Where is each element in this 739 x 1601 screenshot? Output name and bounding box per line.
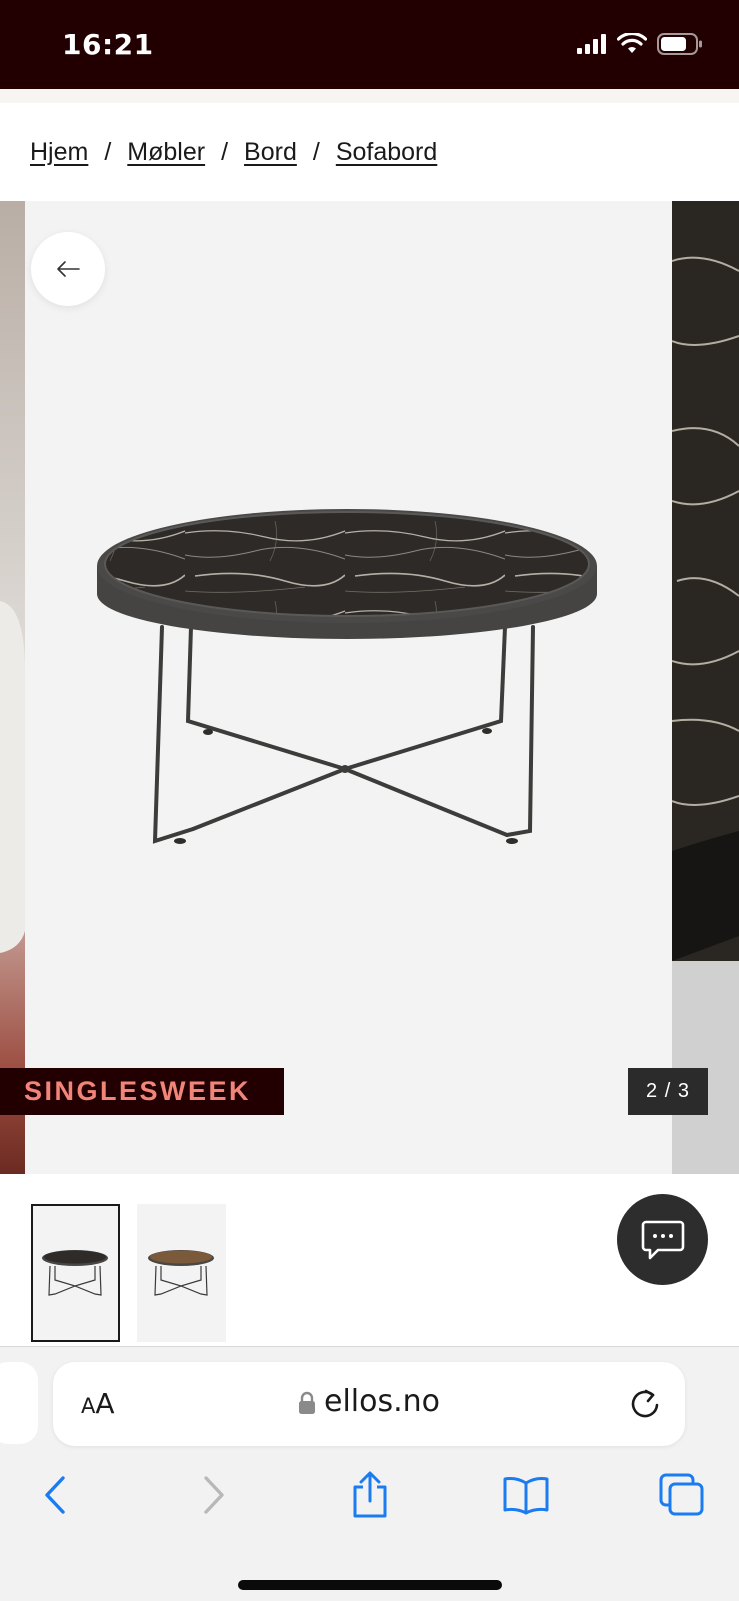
url-text: ellos.no	[323, 1384, 440, 1419]
share-button[interactable]	[340, 1465, 400, 1525]
thumbnail-black-marble[interactable]	[31, 1204, 120, 1342]
breadcrumb-link-hjem[interactable]: Hjem	[30, 138, 88, 167]
previous-slide-peek[interactable]	[0, 201, 25, 1174]
thumbnail-brown-table-image	[148, 1250, 214, 1296]
thumbnail-brown-marble[interactable]	[137, 1204, 226, 1342]
home-indicator[interactable]	[238, 1580, 502, 1590]
battery-icon	[657, 33, 702, 55]
chevron-right-icon	[204, 1476, 224, 1514]
lock-icon	[298, 1391, 315, 1414]
chat-bubble-icon	[641, 1220, 684, 1259]
address-bar[interactable]: AA ellos.no	[53, 1362, 685, 1446]
thumbnail-black-table-image	[42, 1250, 108, 1296]
cellular-signal-icon	[577, 34, 606, 54]
breadcrumb-separator: /	[221, 137, 229, 166]
breadcrumb-link-bord[interactable]: Bord	[244, 138, 297, 167]
chat-button[interactable]	[617, 1194, 708, 1285]
chevron-left-icon	[45, 1476, 65, 1514]
sofa-image-fragment	[0, 601, 25, 953]
breadcrumb-separator: /	[312, 137, 320, 166]
breadcrumb-separator: /	[104, 137, 112, 166]
book-icon	[503, 1477, 549, 1515]
url-display[interactable]: ellos.no	[53, 1384, 685, 1419]
tabs-button[interactable]	[652, 1465, 712, 1525]
tabs-icon	[659, 1473, 704, 1516]
reload-icon[interactable]	[629, 1386, 661, 1420]
gallery-back-button[interactable]	[31, 232, 105, 306]
status-time: 16:21	[62, 28, 154, 61]
status-icons	[577, 33, 703, 55]
product-image-slide[interactable]	[25, 201, 672, 1174]
share-icon	[353, 1471, 387, 1518]
browser-back-button[interactable]	[25, 1465, 85, 1525]
next-slide-peek[interactable]	[672, 201, 739, 1174]
marble-closeup-fragment	[672, 201, 739, 1174]
coffee-table-image	[97, 509, 597, 844]
breadcrumb-link-mobler[interactable]: Møbler	[127, 138, 205, 167]
wifi-icon	[617, 33, 647, 53]
arrow-left-icon	[57, 261, 80, 277]
browser-bottom-bar: AA ellos.no	[0, 1346, 739, 1601]
browser-forward-button[interactable]	[184, 1465, 244, 1525]
status-bar: 16:21	[0, 0, 739, 89]
promo-badge: SINGLESWEEK	[0, 1068, 284, 1115]
header-strip	[0, 89, 739, 103]
previous-tab-peek[interactable]	[0, 1362, 38, 1444]
product-gallery[interactable]: SINGLESWEEK 2 / 3	[0, 201, 739, 1174]
thumbnail-strip	[0, 1174, 739, 1346]
breadcrumb-link-sofabord[interactable]: Sofabord	[336, 138, 437, 167]
bookmarks-button[interactable]	[496, 1465, 556, 1525]
breadcrumb: Hjem / Møbler / Bord / Sofabord	[0, 103, 739, 201]
browser-toolbar	[0, 1465, 739, 1525]
slide-counter: 2 / 3	[628, 1068, 708, 1115]
